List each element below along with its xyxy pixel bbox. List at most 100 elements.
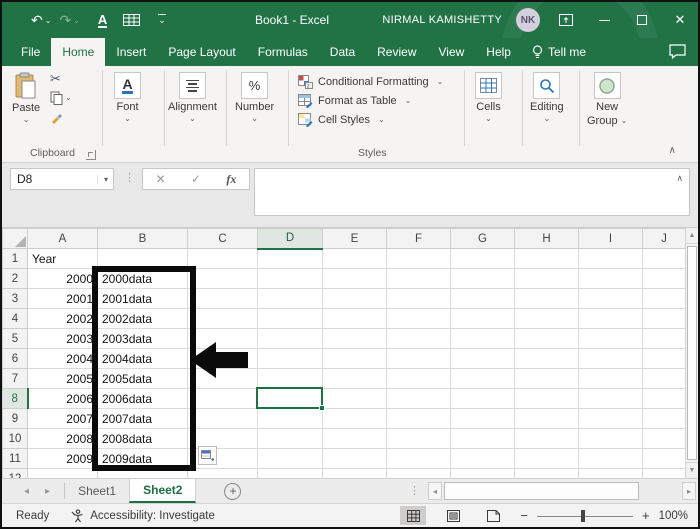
cell-J2[interactable] [642, 268, 686, 289]
zoom-slider[interactable] [536, 509, 633, 522]
tab-formulas[interactable]: Formulas [247, 38, 319, 66]
tab-review[interactable]: Review [366, 38, 427, 66]
cell-G5[interactable] [450, 328, 515, 349]
cell-G7[interactable] [450, 368, 515, 389]
cell-J3[interactable] [642, 288, 686, 309]
tab-insert[interactable]: Insert [105, 38, 157, 66]
cell-G12[interactable] [450, 468, 515, 478]
cell-A1[interactable]: Year [27, 248, 98, 269]
page-break-preview-button[interactable] [480, 506, 506, 525]
cell-D6[interactable] [257, 348, 323, 369]
cell-C2[interactable] [187, 268, 258, 289]
cell-H3[interactable] [514, 288, 579, 309]
cell-H7[interactable] [514, 368, 579, 389]
row-header-7[interactable]: 7 [2, 368, 28, 389]
cell-J9[interactable] [642, 408, 686, 429]
cell-I6[interactable] [578, 348, 643, 369]
row-header-11[interactable]: 11 [2, 448, 28, 469]
cell-C8[interactable] [187, 388, 258, 409]
cell-A6[interactable]: 2004 [27, 348, 98, 369]
cell-E3[interactable] [322, 288, 387, 309]
cell-E10[interactable] [322, 428, 387, 449]
insert-function-button[interactable]: fx [226, 172, 236, 187]
row-header-8[interactable]: 8 [2, 388, 29, 409]
cell-A10[interactable]: 2008 [27, 428, 98, 449]
cell-H4[interactable] [514, 308, 579, 329]
number-group-button[interactable]: % Number ⌄ [235, 72, 274, 123]
sheet-bar-handle[interactable]: ⋮ [409, 484, 420, 497]
cell-F3[interactable] [386, 288, 451, 309]
column-header-E[interactable]: E [322, 228, 387, 249]
cell-J5[interactable] [642, 328, 686, 349]
new-group-button[interactable]: New Group ⌄ [587, 72, 627, 127]
cell-H10[interactable] [514, 428, 579, 449]
alignment-group-button[interactable]: Alignment ⌄ [168, 72, 217, 123]
cell-I1[interactable] [578, 248, 643, 269]
scroll-down-icon[interactable]: ▼ [686, 462, 698, 478]
cell-I4[interactable] [578, 308, 643, 329]
cell-E8[interactable] [322, 388, 387, 409]
cell-H6[interactable] [514, 348, 579, 369]
cell-I3[interactable] [578, 288, 643, 309]
cell-D5[interactable] [257, 328, 323, 349]
vertical-scrollbar[interactable]: ▲ ▼ [685, 228, 698, 478]
cell-I8[interactable] [578, 388, 643, 409]
select-all-corner[interactable] [2, 228, 28, 249]
tab-home[interactable]: Home [51, 38, 106, 66]
clipboard-dialog-launcher[interactable] [86, 150, 96, 160]
expand-formula-bar-icon[interactable]: ∧ [676, 173, 683, 184]
cell-I10[interactable] [578, 428, 643, 449]
cell-F5[interactable] [386, 328, 451, 349]
ribbon-display-options-button[interactable] [554, 14, 578, 26]
feedback-button[interactable] [669, 44, 686, 64]
row-header-2[interactable]: 2 [2, 268, 28, 289]
cell-E11[interactable] [322, 448, 387, 469]
cell-F12[interactable] [386, 468, 451, 478]
name-box[interactable]: D8 ▾ [10, 168, 114, 190]
cell-F11[interactable] [386, 448, 451, 469]
tab-data[interactable]: Data [319, 38, 366, 66]
cell-A3[interactable]: 2001 [27, 288, 98, 309]
cell-D12[interactable] [257, 468, 323, 478]
scroll-left-icon[interactable]: ◂ [428, 482, 442, 500]
cell-D9[interactable] [257, 408, 323, 429]
previous-sheet-icon[interactable]: ◂ [24, 486, 29, 497]
cell-I11[interactable] [578, 448, 643, 469]
paste-button[interactable]: Paste ⌄ [12, 72, 40, 124]
cell-A9[interactable]: 2007 [27, 408, 98, 429]
cell-D11[interactable] [257, 448, 323, 469]
cell-G11[interactable] [450, 448, 515, 469]
column-header-G[interactable]: G [450, 228, 515, 249]
horizontal-scroll-track[interactable] [442, 482, 682, 500]
row-header-12[interactable]: 12 [2, 468, 28, 478]
cell-C1[interactable] [187, 248, 258, 269]
column-header-B[interactable]: B [97, 228, 188, 249]
cell-A4[interactable]: 2002 [27, 308, 98, 329]
cell-G9[interactable] [450, 408, 515, 429]
next-sheet-icon[interactable]: ▸ [45, 486, 50, 497]
avatar[interactable]: NK [516, 8, 540, 32]
cell-E2[interactable] [322, 268, 387, 289]
cell-J1[interactable] [642, 248, 686, 269]
column-header-J[interactable]: J [642, 228, 686, 249]
conditional-formatting-button[interactable]: z Conditional Formatting ⌄ [298, 74, 443, 90]
zoom-slider-thumb[interactable] [580, 509, 585, 522]
zoom-in-button[interactable]: + [642, 508, 650, 523]
cell-F6[interactable] [386, 348, 451, 369]
page-layout-view-button[interactable] [440, 506, 466, 525]
cell-J6[interactable] [642, 348, 686, 369]
cell-A7[interactable]: 2005 [27, 368, 98, 389]
tab-view[interactable]: View [428, 38, 476, 66]
cell-H9[interactable] [514, 408, 579, 429]
format-painter-button[interactable] [50, 110, 72, 124]
column-header-H[interactable]: H [514, 228, 579, 249]
underline-button[interactable]: A [95, 13, 110, 28]
cell-D1[interactable] [257, 248, 323, 269]
sheet-tab-sheet2[interactable]: Sheet2 [129, 479, 197, 503]
cell-H1[interactable] [514, 248, 579, 269]
cell-E4[interactable] [322, 308, 387, 329]
format-as-table-button[interactable]: Format as Table ⌄ [298, 93, 411, 109]
cell-F4[interactable] [386, 308, 451, 329]
cell-F8[interactable] [386, 388, 451, 409]
cell-C4[interactable] [187, 308, 258, 329]
